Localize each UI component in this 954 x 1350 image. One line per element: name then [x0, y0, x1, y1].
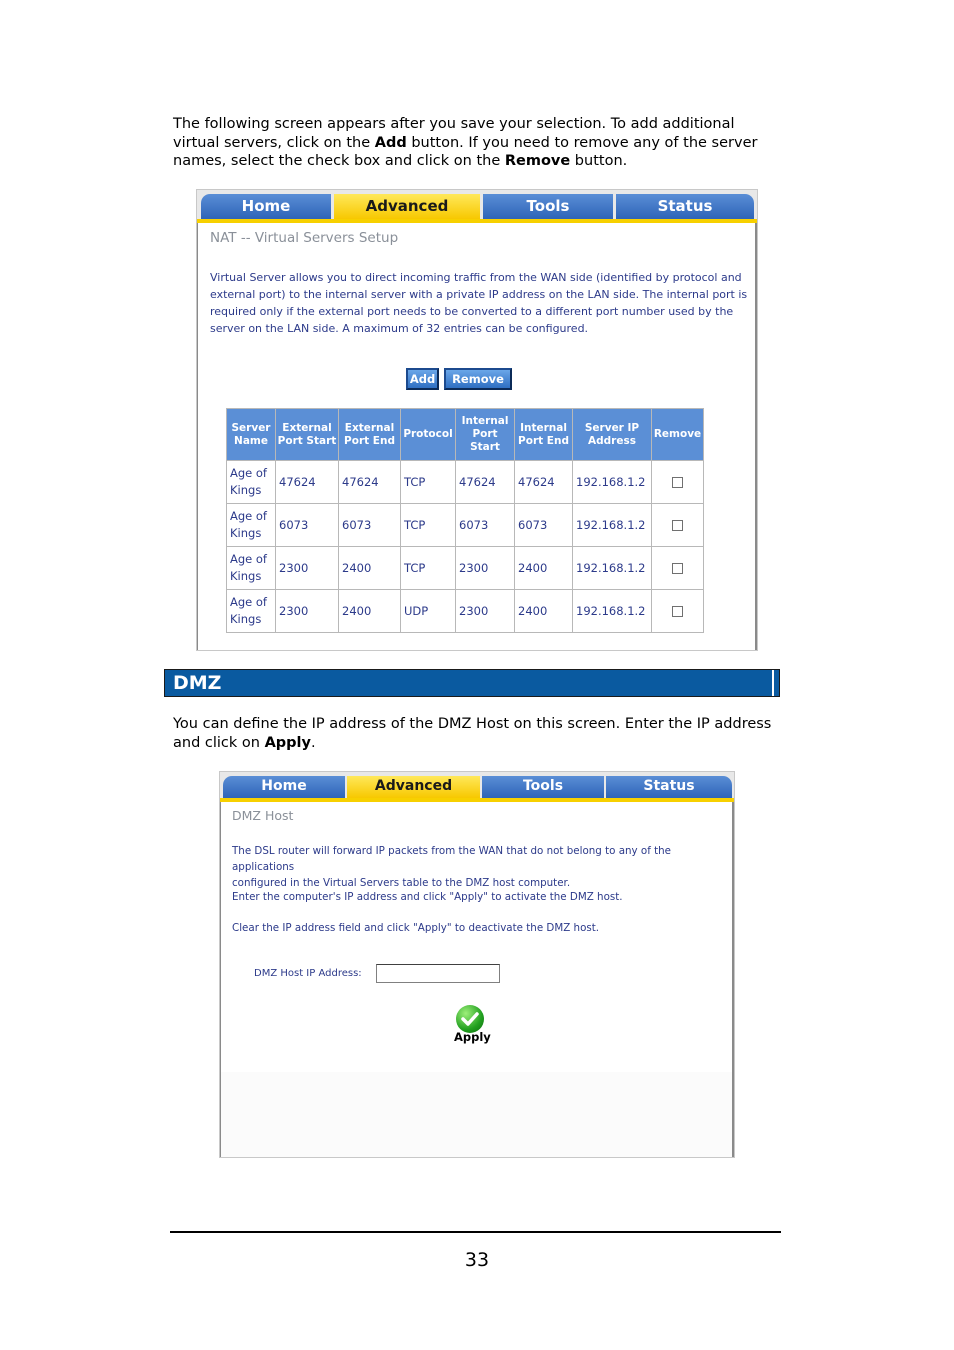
- col-external-port-end: External Port End: [338, 408, 401, 461]
- dmz-intro-paragraph: You can define the IP address of the DMZ…: [173, 715, 771, 752]
- col-protocol: Protocol: [400, 408, 456, 461]
- add-button[interactable]: Add: [406, 368, 439, 390]
- tab-home[interactable]: Home: [201, 194, 331, 219]
- table-row: Age of Kings 6073 6073 TCP 6073 6073 192.168.1…: [226, 503, 704, 547]
- apply-button-label[interactable]: Apply: [454, 1030, 491, 1044]
- remove-word: Remove: [504, 153, 571, 169]
- col-server-name: Server Name: [226, 408, 276, 461]
- dmz-host-screenshot: Home Advanced Tools Status DMZ Host The …: [219, 771, 735, 1158]
- dmz-heading-label: DMZ: [173, 672, 222, 694]
- dmz-content: DMZ Host The DSL router will forward IP …: [220, 802, 734, 1157]
- vs-button-row: Add Remove: [406, 368, 516, 390]
- dmz-title: DMZ Host: [232, 808, 294, 823]
- nav-tabbar: Home Advanced Tools Status: [197, 190, 757, 219]
- col-internal-port-start: Internal Port Start: [455, 408, 515, 461]
- intro-line-2: virtual servers, click on the Add button…: [173, 134, 758, 151]
- vs-description: Virtual Server allows you to direct inco…: [210, 271, 748, 335]
- dmz-ip-input[interactable]: [376, 964, 500, 983]
- dmz-deactivate-hint: Clear the IP address field and click "Ap…: [232, 922, 600, 934]
- dmz-intro-line-1: You can define the IP address of the DMZ…: [173, 716, 772, 732]
- col-server-ip: Server IP Address: [572, 408, 652, 461]
- remove-checkbox[interactable]: [672, 519, 683, 531]
- page-number: 33: [464, 1249, 490, 1271]
- remove-checkbox[interactable]: [672, 562, 683, 574]
- table-row: Age of Kings 2300 2400 UDP 2300 2400 192.168.1…: [226, 589, 704, 633]
- virtual-servers-screenshot: Home Advanced Tools Status NAT -- Virtua…: [196, 189, 758, 651]
- table-row: Age of Kings 2300 2400 TCP 2300 2400 192.168.1…: [226, 546, 704, 590]
- intro-line-1: The following screen appears after you s…: [173, 116, 735, 132]
- dmz-section-heading: DMZ: [164, 669, 780, 697]
- dmz-description: The DSL router will forward IP packets f…: [232, 845, 672, 889]
- dmz-ip-label: DMZ Host IP Address:: [254, 968, 362, 979]
- tab-tools[interactable]: Tools: [483, 194, 613, 219]
- tab-status[interactable]: Status: [616, 194, 754, 219]
- table-row: Age of Kings 47624 47624 TCP 47624 47624 192.1…: [226, 460, 704, 504]
- table-header-row: Server Name External Port Start External…: [226, 408, 704, 461]
- add-word: Add: [374, 134, 407, 151]
- col-remove: Remove: [651, 408, 704, 461]
- tab-status[interactable]: Status: [606, 776, 732, 798]
- footer-rule: [170, 1231, 781, 1233]
- virtual-servers-table: Server Name External Port Start External…: [226, 408, 704, 633]
- intro-line-3: names, select the check box and click on…: [173, 153, 628, 169]
- dmz-bottom-panel: [221, 1072, 732, 1157]
- tab-advanced[interactable]: Advanced: [334, 194, 480, 219]
- dmz-intro-line-2: and click on Apply.: [173, 734, 316, 751]
- remove-button[interactable]: Remove: [444, 368, 512, 390]
- tab-home[interactable]: Home: [223, 776, 345, 798]
- vs-title: NAT -- Virtual Servers Setup: [210, 230, 399, 246]
- apply-word: Apply: [264, 734, 311, 751]
- dmz-activate-hint: Enter the computer's IP address and clic…: [232, 891, 623, 903]
- col-external-port-start: External Port Start: [275, 408, 339, 461]
- apply-check-icon[interactable]: [456, 1005, 484, 1033]
- remove-checkbox[interactable]: [672, 605, 683, 617]
- remove-checkbox[interactable]: [672, 476, 683, 488]
- col-internal-port-end: Internal Port End: [514, 408, 573, 461]
- tab-tools[interactable]: Tools: [482, 776, 604, 798]
- vs-content: NAT -- Virtual Servers Setup Virtual Ser…: [197, 223, 757, 650]
- heading-stripe: [772, 670, 774, 696]
- tab-advanced[interactable]: Advanced: [347, 776, 480, 798]
- intro-paragraph: The following screen appears after you s…: [173, 115, 757, 171]
- nav-tabbar: Home Advanced Tools Status: [220, 772, 734, 798]
- checkmark-icon: [461, 1012, 479, 1026]
